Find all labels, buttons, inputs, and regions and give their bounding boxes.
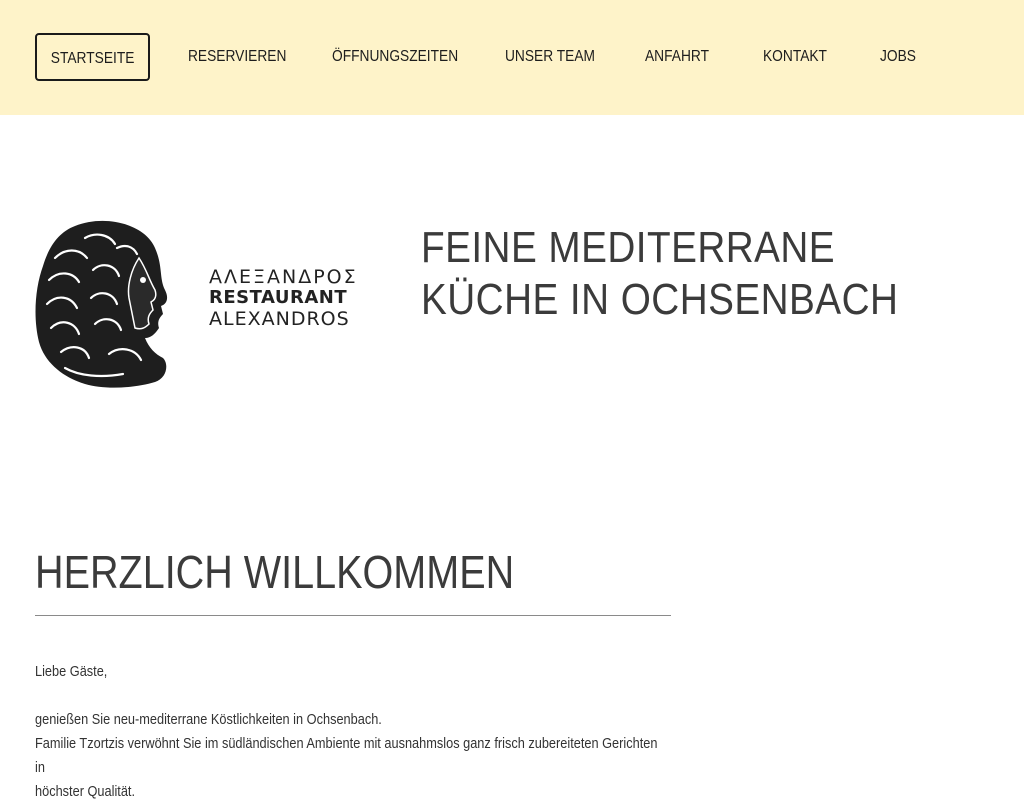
welcome-paragraph-line-2: Familie Tzortzis verwöhnt Sie im südländ…: [35, 736, 658, 776]
nav-item-oeffnungszeiten[interactable]: ÖFFNUNGSZEITEN: [332, 33, 458, 81]
welcome-text: Liebe Gäste, genießen Sie neu-mediterran…: [35, 660, 669, 804]
alexander-head-icon: [35, 220, 168, 388]
nav-item-kontakt[interactable]: KONTAKT: [763, 33, 827, 81]
nav-item-startseite[interactable]: STARTSEITE: [35, 33, 150, 81]
logo-restaurant-word: RESTAURANT: [209, 287, 348, 308]
welcome-paragraph-line-1: genießen Sie neu-mediterrane Köstlichkei…: [35, 712, 382, 728]
logo-latin-name: ALEXANDROS: [209, 308, 350, 330]
section-divider: [35, 615, 671, 616]
nav-item-jobs[interactable]: JOBS: [880, 33, 916, 81]
nav-item-reservieren[interactable]: RESERVIEREN: [188, 33, 286, 81]
hero-title: FEINE MEDITERRANE KÜCHE IN OCHSENBACH: [421, 223, 899, 324]
welcome-paragraph-line-3: höchster Qualität.: [35, 784, 136, 800]
greeting-text: Liebe Gäste,: [35, 664, 108, 680]
welcome-heading: HERZLICH WILLKOMMEN: [35, 546, 515, 598]
logo-greek-name: ΑΛΕΞΑΝΔΡΟΣ: [209, 266, 358, 288]
top-navigation-bar: STARTSEITE RESERVIEREN ÖFFNUNGSZEITEN UN…: [0, 0, 1024, 115]
nav-item-unser-team[interactable]: UNSER TEAM: [505, 33, 595, 81]
nav-item-label: STARTSEITE: [50, 50, 135, 67]
logo-wordmark: ΑΛΕΞΑΝΔΡΟΣ RESTAURANT ALEXANDROS: [209, 267, 358, 329]
nav-item-anfahrt[interactable]: ANFAHRT: [645, 33, 709, 81]
